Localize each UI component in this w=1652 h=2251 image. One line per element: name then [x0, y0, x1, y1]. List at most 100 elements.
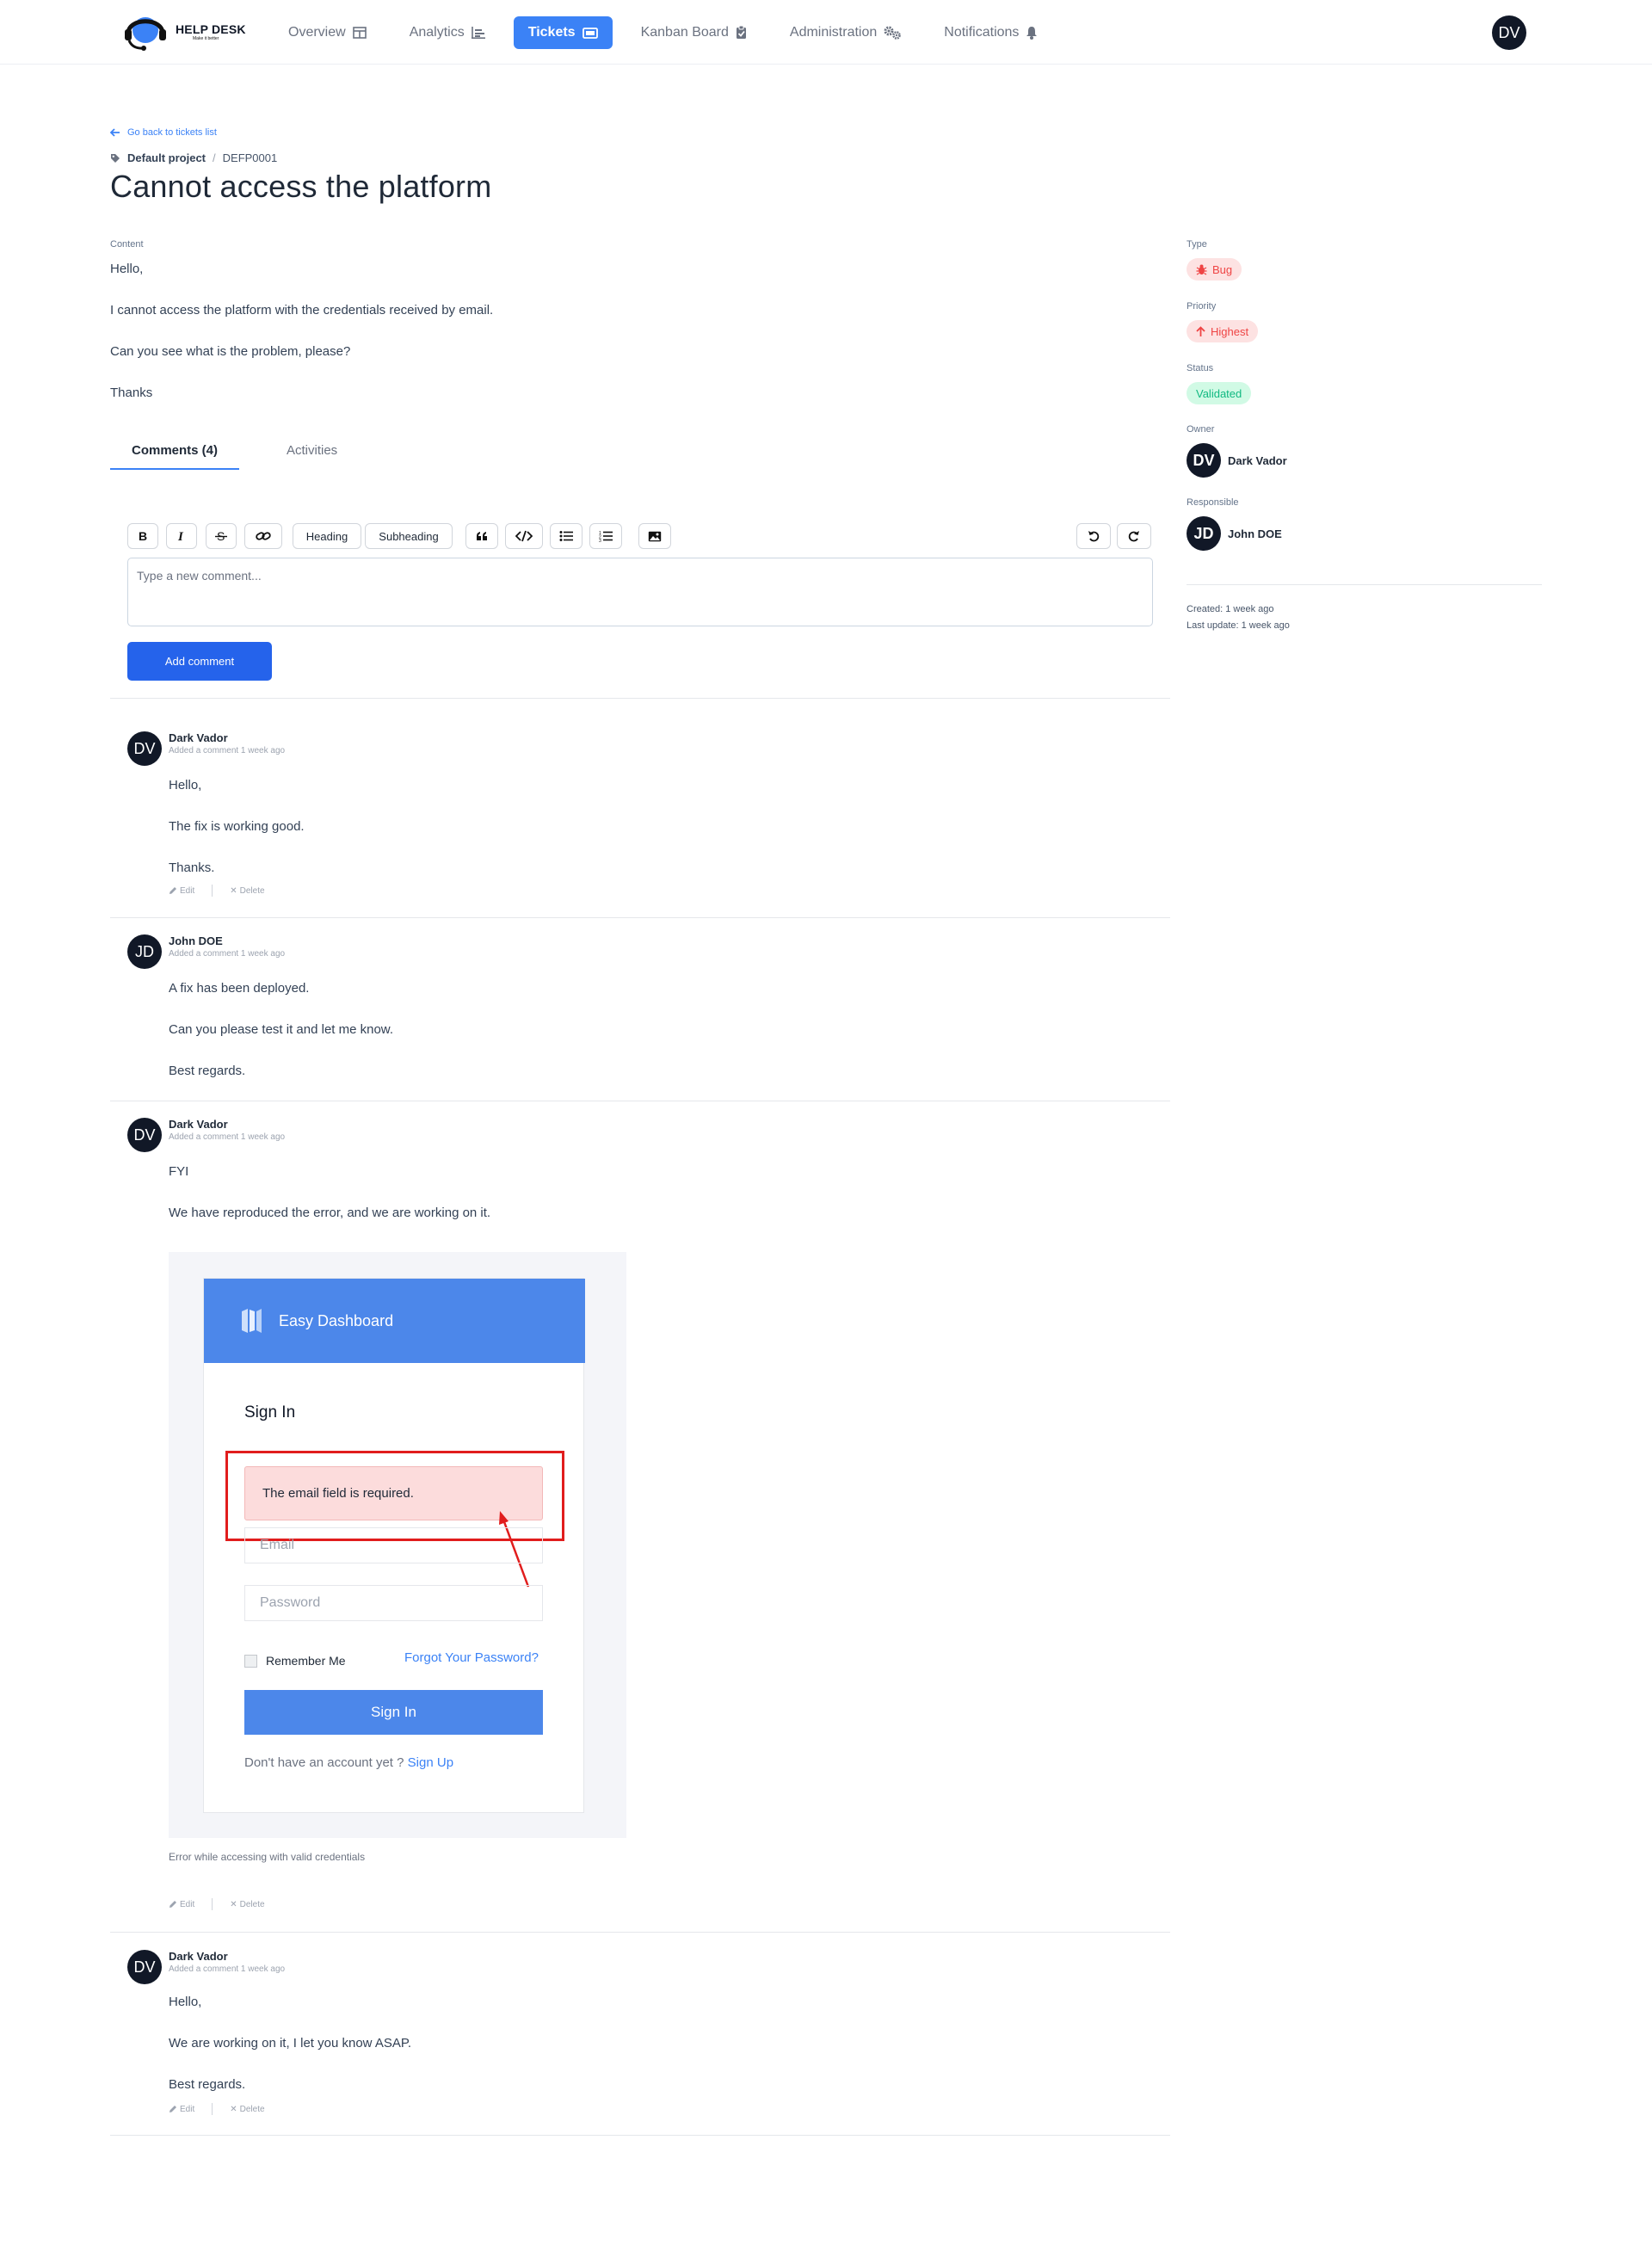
password-field: Password: [244, 1585, 543, 1621]
attached-screenshot[interactable]: Easy Dashboard Sign In The email field i…: [169, 1252, 626, 1838]
nav-analytics-label: Analytics: [409, 25, 465, 40]
signin-heading: Sign In: [244, 1403, 296, 1422]
delete-label: Delete: [239, 1899, 265, 1909]
remember-label: Remember Me: [266, 1654, 346, 1668]
nav-overview-label: Overview: [288, 25, 346, 40]
edit-comment-link[interactable]: Edit: [169, 886, 194, 896]
nav-administration[interactable]: Administration: [775, 16, 915, 49]
code-button[interactable]: [505, 523, 543, 549]
svg-text:3: 3: [599, 539, 601, 542]
comment-input[interactable]: Type a new comment...: [127, 558, 1153, 626]
nav-overview[interactable]: Overview: [274, 16, 381, 49]
bar-chart-icon: [471, 27, 485, 39]
comment-actions: Edit ✕ Delete: [169, 885, 265, 897]
comment-author: Dark Vador: [169, 1950, 228, 1963]
delete-comment-link[interactable]: ✕ Delete: [230, 1900, 264, 1909]
owner-name: Dark Vador: [1228, 453, 1287, 467]
italic-button[interactable]: I: [166, 523, 197, 549]
svg-text:B: B: [139, 530, 147, 542]
image-icon: [648, 531, 662, 541]
status-label: Status: [1187, 363, 1214, 373]
priority-badge[interactable]: Highest: [1187, 320, 1259, 342]
owner-field[interactable]: DV Dark Vador: [1187, 443, 1548, 478]
avatar: JD: [127, 934, 162, 969]
bullet-list-icon: [559, 531, 573, 541]
logo-title: HELP DESK: [176, 22, 246, 36]
back-to-tickets-link[interactable]: Go back to tickets list: [110, 127, 217, 138]
nav-analytics[interactable]: Analytics: [395, 16, 500, 49]
content-line: I cannot access the platform with the cr…: [110, 303, 494, 318]
bullet-list-button[interactable]: [550, 523, 583, 549]
bug-icon: [1196, 264, 1207, 275]
priority-label: Priority: [1187, 301, 1217, 311]
redo-icon: [1128, 531, 1139, 542]
italic-icon: I: [177, 530, 184, 542]
blockquote-button[interactable]: [465, 523, 498, 549]
close-icon: ✕: [230, 1899, 237, 1909]
comment-meta: Added a comment 1 week ago: [169, 746, 286, 755]
heading-button[interactable]: Heading: [293, 523, 361, 549]
image-button[interactable]: [638, 523, 671, 549]
comment-item: DV Dark Vador Added a comment 1 week ago…: [127, 731, 1151, 897]
comment-line: Best regards.: [169, 1064, 246, 1078]
avatar: DV: [1187, 443, 1221, 478]
delete-comment-link[interactable]: ✕ Delete: [230, 2105, 264, 2114]
nav-notifications-label: Notifications: [944, 25, 1020, 40]
content-line: Thanks: [110, 385, 153, 400]
nav-administration-label: Administration: [789, 25, 878, 40]
nav-notifications[interactable]: Notifications: [929, 16, 1052, 49]
comment-meta: Added a comment 1 week ago: [169, 949, 286, 959]
signup-link: Sign Up: [407, 1755, 454, 1770]
comment-author: John DOE: [169, 934, 223, 947]
responsible-field[interactable]: JD John DOE: [1187, 516, 1548, 551]
no-account-text: Don't have an account yet ?: [244, 1755, 404, 1770]
responsible-name: John DOE: [1228, 527, 1282, 540]
signin-button: Sign In: [244, 1690, 543, 1735]
logo-tagline: Make it better: [193, 35, 219, 41]
bold-button[interactable]: B: [127, 523, 158, 549]
edit-label: Edit: [180, 1899, 195, 1909]
user-avatar[interactable]: DV: [1492, 15, 1526, 50]
close-icon: ✕: [230, 885, 237, 896]
helpdesk-logo[interactable]: HELP DESK Make it better: [120, 10, 246, 53]
subheading-button[interactable]: Subheading: [365, 523, 453, 549]
card-header: Easy Dashboard: [204, 1279, 585, 1363]
headset-logo-icon: [125, 17, 166, 51]
svg-text:I: I: [177, 530, 184, 542]
ticket-tabs: Comments (4) Activities: [110, 443, 1170, 478]
link-button[interactable]: [244, 523, 282, 549]
content-line: Can you see what is the problem, please?: [110, 344, 351, 359]
back-link-label: Go back to tickets list: [127, 127, 217, 138]
breadcrumb-project[interactable]: Default project: [127, 151, 206, 164]
nav-tickets[interactable]: Tickets: [513, 16, 613, 49]
quote-icon: [477, 532, 487, 540]
comment-item: JD John DOE Added a comment 1 week ago A…: [127, 934, 1151, 1081]
type-field: Bug: [1187, 258, 1548, 281]
delete-comment-link[interactable]: ✕ Delete: [230, 886, 264, 896]
divider: [110, 698, 1170, 699]
comment-line: The fix is working good.: [169, 819, 305, 834]
redo-button[interactable]: [1117, 523, 1151, 549]
edit-comment-link[interactable]: Edit: [169, 2105, 194, 2114]
add-comment-button[interactable]: Add comment: [127, 642, 272, 681]
priority-value: Highest: [1211, 324, 1249, 338]
tab-activities[interactable]: Activities: [287, 443, 337, 468]
comment-actions: Edit ✕ Delete: [169, 1898, 265, 1910]
action-separator: [212, 885, 213, 897]
type-badge[interactable]: Bug: [1187, 258, 1242, 281]
pencil-icon: [170, 1901, 176, 1908]
ordered-list-button[interactable]: 123: [589, 523, 622, 549]
image-caption: Error while accessing with valid credent…: [169, 1851, 366, 1863]
strikethrough-button[interactable]: S: [206, 523, 237, 549]
undo-button[interactable]: [1076, 523, 1111, 549]
comment-item: DV Dark Vador Added a comment 1 week ago…: [127, 1950, 1151, 2122]
status-badge[interactable]: Validated: [1187, 382, 1252, 404]
bold-icon: B: [139, 530, 147, 542]
tab-comments[interactable]: Comments (4): [110, 443, 239, 470]
edit-comment-link[interactable]: Edit: [169, 1900, 194, 1909]
owner-label: Owner: [1187, 424, 1215, 435]
table-icon: [352, 27, 367, 39]
delete-label: Delete: [239, 2104, 265, 2114]
nav-kanban[interactable]: Kanban Board: [626, 16, 761, 49]
priority-field: Highest: [1187, 320, 1548, 342]
